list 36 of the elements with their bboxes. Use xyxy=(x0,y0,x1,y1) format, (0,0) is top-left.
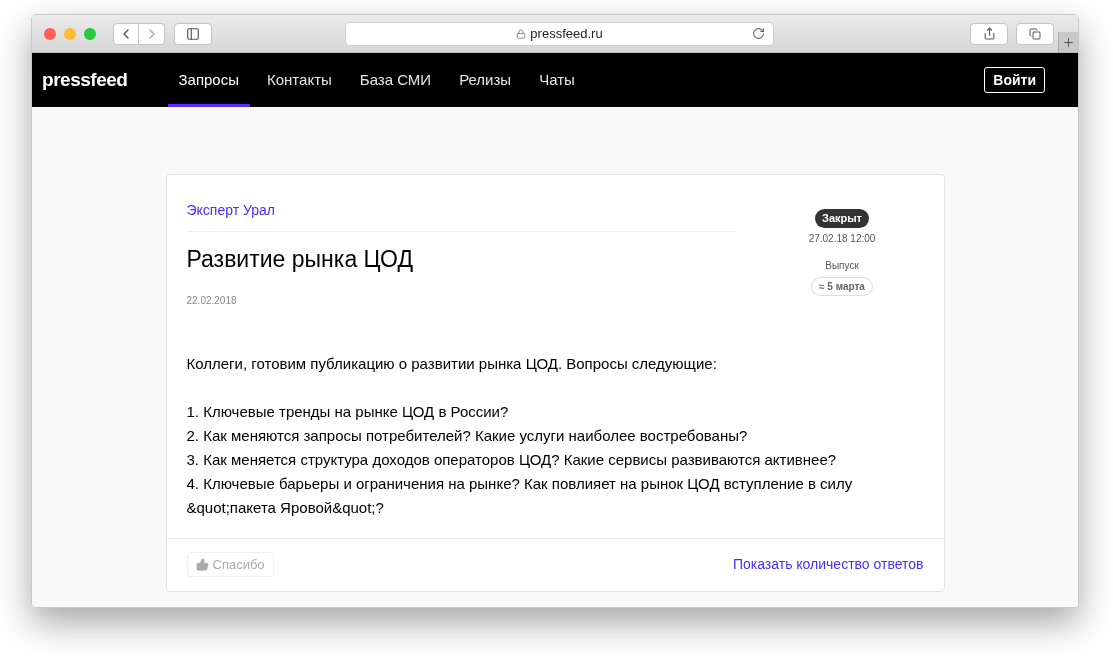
question-text: 3. Как меняется структура доходов операторов ЦОД? Какие сервисы развиваются активнее? xyxy=(186,449,838,470)
show-answers-link[interactable]: Показать количество ответов xyxy=(732,554,924,576)
request-date: 22.02.2018 xyxy=(186,293,238,308)
plus-icon xyxy=(1062,35,1075,49)
question-text: 4. Ключевые барьеры и ограничения на рынке? Как повлияет на рынок ЦОД вступление в силу &quot;пакета Яровой&quot;? xyxy=(186,473,854,518)
address-bar[interactable]: pressfeed.ru xyxy=(345,21,774,46)
request-title: Развитие рынка ЦОД xyxy=(186,245,415,274)
tabs-icon xyxy=(1029,27,1041,40)
outlet-link[interactable]: Эксперт Урал xyxy=(186,200,735,232)
zoom-window-icon[interactable] xyxy=(84,27,96,40)
share-button[interactable] xyxy=(970,22,1008,45)
minimize-window-icon[interactable] xyxy=(64,27,76,40)
nav-tab[interactable]: Чаты xyxy=(528,53,586,107)
thumbs-up-icon xyxy=(195,558,209,572)
question-text: 2. Как меняются запросы потребителей? Какие услуги наиболее востребованы? xyxy=(186,425,749,446)
share-icon xyxy=(982,27,996,40)
lock-icon xyxy=(516,28,527,39)
intro-text: Коллеги, готовим публикацию о развитии рынка ЦОД. Вопросы следующие: xyxy=(186,353,718,374)
deadline-text: 27.02.18 12:00 xyxy=(808,231,876,246)
address-text: pressfeed.ru xyxy=(530,24,603,43)
back-button[interactable] xyxy=(113,22,139,45)
reload-icon[interactable] xyxy=(752,27,765,40)
logo[interactable]: pressfeed xyxy=(42,65,128,95)
new-tab-button[interactable] xyxy=(1058,32,1078,52)
status-badge: Закрыт xyxy=(815,209,869,228)
nav-tab[interactable]: База СМИ xyxy=(348,53,443,107)
nav-tab[interactable]: Релизы xyxy=(448,53,523,107)
release-label: Выпуск xyxy=(825,258,859,273)
forward-button[interactable] xyxy=(139,22,165,45)
sidebar-button[interactable] xyxy=(174,22,212,45)
close-window-icon[interactable] xyxy=(44,27,56,40)
tabs-button[interactable] xyxy=(1016,22,1054,45)
sidebar-icon xyxy=(186,26,200,41)
question-text: 1. Ключевые тренды на рынке ЦОД в России? xyxy=(186,401,510,422)
login-button[interactable]: Войти xyxy=(984,67,1045,93)
nav-tab[interactable]: Контакты xyxy=(256,53,343,107)
